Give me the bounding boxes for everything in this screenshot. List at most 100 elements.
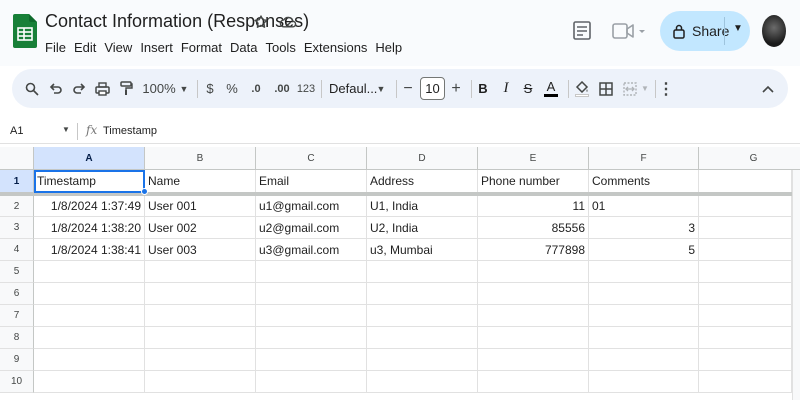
cell-c7[interactable]: [256, 305, 367, 327]
cell-c4[interactable]: u3@gmail.com: [256, 239, 367, 261]
cell-d8[interactable]: [367, 327, 478, 349]
cell-g8[interactable]: [699, 327, 792, 349]
column-header-b[interactable]: B: [145, 147, 256, 170]
cell-c1[interactable]: Email: [256, 170, 367, 193]
strikethrough-button[interactable]: S: [519, 69, 537, 108]
column-header-f[interactable]: F: [589, 147, 699, 170]
cell-e5[interactable]: [478, 261, 589, 283]
font-select[interactable]: Defaul...: [329, 69, 377, 108]
share-dropdown-icon[interactable]: ▼: [733, 23, 743, 34]
cell-c8[interactable]: [256, 327, 367, 349]
cell-g4[interactable]: [699, 239, 792, 261]
cell-a2[interactable]: 1/8/2024 1:37:49: [34, 196, 145, 217]
cell-a5[interactable]: [34, 261, 145, 283]
fill-handle[interactable]: [141, 188, 148, 195]
search-menus-icon[interactable]: [22, 69, 42, 108]
cell-d1[interactable]: Address: [367, 170, 478, 193]
bold-button[interactable]: B: [474, 69, 492, 108]
account-avatar[interactable]: [762, 15, 786, 47]
cell-f8[interactable]: [589, 327, 699, 349]
row-header-1[interactable]: 1: [0, 170, 34, 193]
sheets-logo-icon[interactable]: [13, 14, 37, 48]
decrease-decimal-button[interactable]: .0: [246, 69, 266, 108]
menu-file[interactable]: File: [45, 40, 66, 55]
undo-icon[interactable]: [46, 69, 66, 108]
cell-e8[interactable]: [478, 327, 589, 349]
column-header-a[interactable]: A: [34, 147, 145, 170]
cell-g1[interactable]: [699, 170, 792, 193]
cell-a8[interactable]: [34, 327, 145, 349]
cell-b10[interactable]: [145, 371, 256, 393]
name-box-dropdown-icon[interactable]: ▼: [62, 125, 70, 134]
row-header-7[interactable]: 7: [0, 305, 34, 327]
row-header-4[interactable]: 4: [0, 239, 34, 261]
redo-icon[interactable]: [69, 69, 89, 108]
zoom-select[interactable]: 100%: [142, 69, 176, 108]
menu-format[interactable]: Format: [181, 40, 222, 55]
cell-a10[interactable]: [34, 371, 145, 393]
menu-edit[interactable]: Edit: [74, 40, 96, 55]
increase-decimal-button[interactable]: .00: [270, 69, 294, 108]
cell-f3[interactable]: 3: [589, 217, 699, 239]
cell-d3[interactable]: U2, India: [367, 217, 478, 239]
cell-b4[interactable]: User 003: [145, 239, 256, 261]
borders-icon[interactable]: [596, 69, 616, 108]
cell-c6[interactable]: [256, 283, 367, 305]
select-all-corner[interactable]: [0, 147, 34, 170]
comment-history-icon[interactable]: [571, 20, 593, 42]
cell-f7[interactable]: [589, 305, 699, 327]
formula-input[interactable]: Timestamp: [103, 125, 157, 137]
merge-cells-icon[interactable]: [620, 69, 640, 108]
cell-f2[interactable]: 01: [589, 196, 699, 217]
font-dropdown-icon[interactable]: ▼: [374, 69, 388, 108]
menu-extensions[interactable]: Extensions: [304, 40, 368, 55]
cell-a7[interactable]: [34, 305, 145, 327]
more-options-icon[interactable]: ⋮: [658, 69, 674, 108]
cell-b1[interactable]: Name: [145, 170, 256, 193]
cell-d9[interactable]: [367, 349, 478, 371]
cell-f1[interactable]: Comments: [589, 170, 699, 193]
format-percent-button[interactable]: %: [224, 69, 240, 108]
menu-view[interactable]: View: [104, 40, 132, 55]
cell-c5[interactable]: [256, 261, 367, 283]
cell-g5[interactable]: [699, 261, 792, 283]
cell-a3[interactable]: 1/8/2024 1:38:20: [34, 217, 145, 239]
cell-b9[interactable]: [145, 349, 256, 371]
decrease-font-size-button[interactable]: −: [400, 69, 416, 108]
text-color-button[interactable]: A: [542, 69, 560, 108]
cell-d10[interactable]: [367, 371, 478, 393]
cell-b7[interactable]: [145, 305, 256, 327]
star-icon[interactable]: [251, 12, 271, 32]
row-header-8[interactable]: 8: [0, 327, 34, 349]
fill-color-button[interactable]: [572, 69, 592, 108]
cell-f4[interactable]: 5: [589, 239, 699, 261]
cell-e3[interactable]: 85556: [478, 217, 589, 239]
cell-e2[interactable]: 11: [478, 196, 589, 217]
merge-dropdown-icon[interactable]: ▼: [640, 69, 650, 108]
row-header-6[interactable]: 6: [0, 283, 34, 305]
column-header-c[interactable]: C: [256, 147, 367, 170]
cell-c3[interactable]: u2@gmail.com: [256, 217, 367, 239]
cell-b2[interactable]: User 001: [145, 196, 256, 217]
menu-data[interactable]: Data: [230, 40, 257, 55]
cell-e9[interactable]: [478, 349, 589, 371]
cell-a6[interactable]: [34, 283, 145, 305]
column-header-g[interactable]: G: [699, 147, 800, 170]
row-header-2[interactable]: 2: [0, 196, 34, 217]
cell-f9[interactable]: [589, 349, 699, 371]
cell-d6[interactable]: [367, 283, 478, 305]
cell-e4[interactable]: 777898: [478, 239, 589, 261]
italic-button[interactable]: I: [497, 69, 515, 108]
cell-g6[interactable]: [699, 283, 792, 305]
cell-d4[interactable]: u3, Mumbai: [367, 239, 478, 261]
row-header-5[interactable]: 5: [0, 261, 34, 283]
cloud-saved-icon[interactable]: [278, 12, 298, 32]
cell-g2[interactable]: [699, 196, 792, 217]
zoom-dropdown-icon[interactable]: ▼: [177, 69, 191, 108]
cell-f6[interactable]: [589, 283, 699, 305]
menu-tools[interactable]: Tools: [265, 40, 295, 55]
font-size-input[interactable]: 10: [420, 77, 445, 100]
cell-g7[interactable]: [699, 305, 792, 327]
cell-e10[interactable]: [478, 371, 589, 393]
collapse-toolbar-icon[interactable]: [760, 69, 776, 108]
